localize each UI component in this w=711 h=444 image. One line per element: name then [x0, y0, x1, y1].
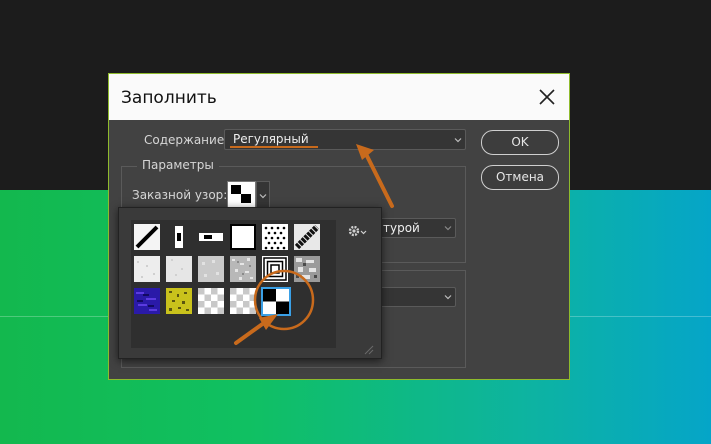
titlebar: Заполнить	[109, 74, 569, 120]
pattern-rock-texture[interactable]	[294, 256, 320, 282]
custom-pattern-label: Заказной узор:	[132, 188, 228, 202]
resize-grip-icon[interactable]	[362, 343, 374, 355]
pattern-black-white-checkerboard[interactable]	[261, 287, 291, 316]
script-select-value: турой	[383, 221, 420, 235]
pattern-diagonal-line[interactable]	[134, 224, 160, 250]
pattern-thumbnail[interactable]	[227, 181, 256, 208]
pattern-vertical-line[interactable]	[166, 224, 192, 250]
pattern-white-noise-2[interactable]	[166, 256, 192, 282]
pattern-dots[interactable]	[262, 224, 288, 250]
pattern-transparent-2[interactable]	[230, 288, 256, 314]
pattern-horizontal-line[interactable]	[198, 224, 224, 250]
pattern-yellow-texture[interactable]	[166, 288, 192, 314]
chevron-down-icon	[444, 295, 452, 300]
dialog-title: Заполнить	[121, 88, 217, 108]
annotation-underline	[230, 146, 318, 148]
content-select-value: Регулярный	[233, 132, 309, 146]
content-label: Содержание:	[144, 133, 229, 147]
pattern-white-noise-1[interactable]	[134, 256, 160, 282]
pattern-diagonal-steps[interactable]	[294, 224, 320, 250]
cancel-button[interactable]: Отмена	[481, 165, 559, 190]
chevron-down-icon	[454, 138, 462, 143]
chevron-down-icon	[259, 194, 267, 199]
pattern-dropdown-button[interactable]	[256, 181, 270, 208]
pattern-white-square[interactable]	[230, 224, 256, 250]
close-icon[interactable]	[535, 85, 559, 109]
ok-button[interactable]: OK	[481, 130, 559, 155]
pattern-transparent-1[interactable]	[198, 288, 224, 314]
gear-icon[interactable]	[347, 223, 367, 239]
pattern-blue-texture[interactable]	[134, 288, 160, 314]
mode-select[interactable]	[374, 287, 456, 307]
checkerboard-icon	[228, 182, 255, 207]
pattern-concentric-squares[interactable]	[262, 256, 288, 282]
pattern-gray-texture[interactable]	[230, 256, 256, 282]
chevron-down-icon	[444, 226, 452, 231]
params-label: Параметры	[137, 158, 219, 172]
pattern-gray-noise[interactable]	[198, 256, 224, 282]
